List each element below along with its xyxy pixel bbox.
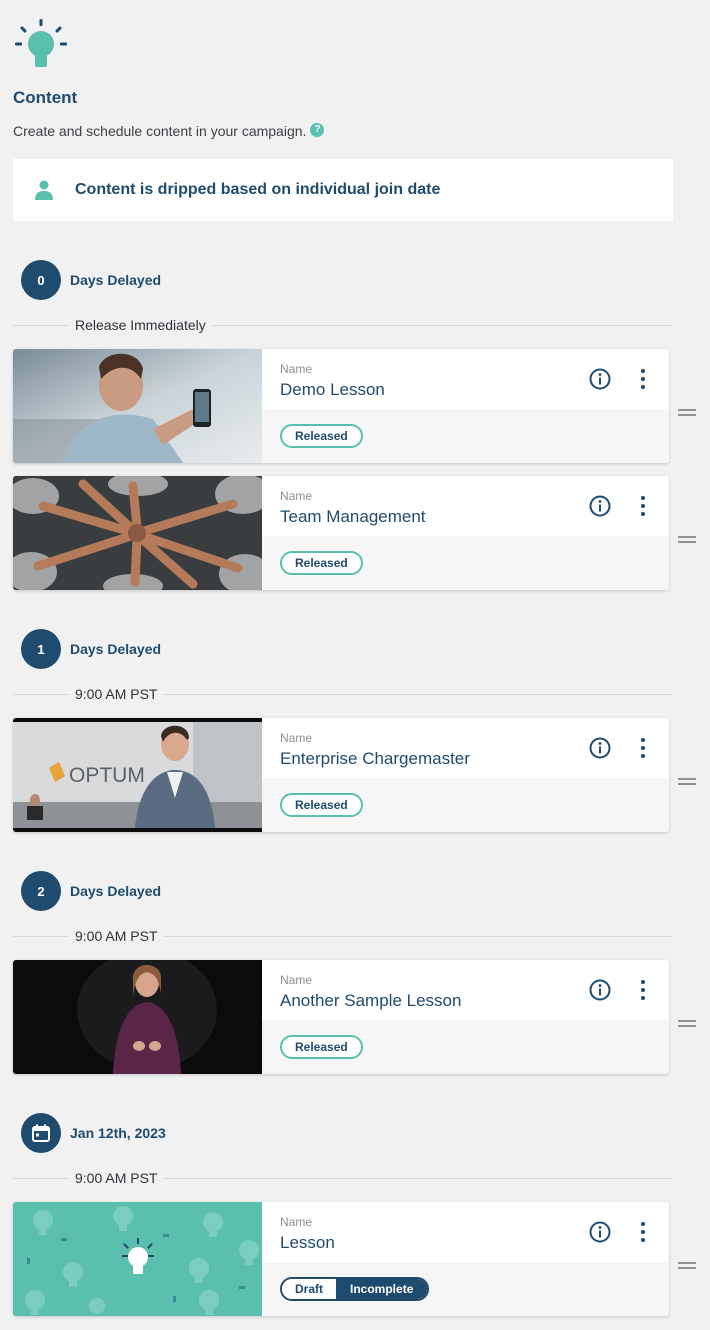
person-icon <box>35 180 53 200</box>
release-time-label: Release Immediately <box>69 315 212 335</box>
lesson-card-demo-lesson[interactable]: Name Demo Lesson Released <box>13 349 669 463</box>
name-label: Name <box>280 362 313 376</box>
info-icon[interactable] <box>589 1221 611 1243</box>
lesson-name[interactable]: Another Sample Lesson <box>280 991 461 1011</box>
release-time-label: 9:00 AM PST <box>69 1168 164 1188</box>
info-icon[interactable] <box>589 979 611 1001</box>
status-badge: Released <box>280 551 363 575</box>
optum-logo-text: OPTUM <box>69 764 145 787</box>
page-subtitle-text: Create and schedule content in your camp… <box>13 123 307 139</box>
lesson-card-enterprise-chargemaster[interactable]: OPTUM Name Enterprise Chargemaster Relea… <box>13 718 669 832</box>
drag-handle-icon[interactable] <box>678 1262 696 1269</box>
release-time-row: Release Immediately <box>13 315 673 335</box>
page-subtitle: Create and schedule content in your camp… <box>13 123 325 139</box>
lesson-name[interactable]: Team Management <box>280 507 426 527</box>
more-options-icon[interactable] <box>637 1222 649 1242</box>
group-label: Days Delayed <box>70 272 162 288</box>
lesson-name[interactable]: Lesson <box>280 1233 335 1253</box>
more-options-icon[interactable] <box>637 369 649 389</box>
lesson-card-another-sample-lesson[interactable]: Name Another Sample Lesson Released <box>13 960 669 1074</box>
group-label: Days Delayed <box>70 641 162 657</box>
group-header-day-0: 0 Days Delayed <box>21 260 161 300</box>
lesson-card-lesson[interactable]: Name Lesson Draft Incomplete <box>13 1202 669 1316</box>
drag-handle-icon[interactable] <box>678 1020 696 1027</box>
release-time-row: 9:00 AM PST <box>13 684 673 704</box>
lesson-card-header: Name Another Sample Lesson <box>262 960 669 1020</box>
status-badge: Released <box>280 424 363 448</box>
name-label: Name <box>280 731 313 745</box>
lesson-thumbnail[interactable] <box>13 960 262 1074</box>
info-icon[interactable] <box>589 495 611 517</box>
lesson-thumbnail[interactable] <box>13 349 262 463</box>
group-label: Days Delayed <box>70 883 162 899</box>
lesson-name[interactable]: Demo Lesson <box>280 380 385 400</box>
lightbulb-icon <box>15 19 67 67</box>
name-label: Name <box>280 973 313 987</box>
lesson-card-header: Name Demo Lesson <box>262 349 669 409</box>
status-badge-split: Draft Incomplete <box>280 1277 430 1301</box>
lesson-name[interactable]: Enterprise Chargemaster <box>280 749 470 769</box>
lesson-card-header: Name Enterprise Chargemaster <box>262 718 669 778</box>
info-icon[interactable] <box>589 368 611 390</box>
status-incomplete: Incomplete <box>336 1279 428 1299</box>
more-options-icon[interactable] <box>637 738 649 758</box>
lesson-card-header: Name Lesson <box>262 1202 669 1262</box>
more-options-icon[interactable] <box>637 980 649 1000</box>
drag-handle-icon[interactable] <box>678 409 696 416</box>
more-options-icon[interactable] <box>637 496 649 516</box>
release-time-row: 9:00 AM PST <box>13 926 673 946</box>
status-badge: Released <box>280 793 363 817</box>
lesson-thumbnail[interactable]: OPTUM <box>13 718 262 832</box>
group-header-day-2: 2 Days Delayed <box>21 871 161 911</box>
help-icon[interactable]: ? <box>310 123 325 137</box>
drag-handle-icon[interactable] <box>678 778 696 785</box>
lesson-thumbnail[interactable] <box>13 476 262 590</box>
page-title: Content <box>13 88 78 107</box>
name-label: Name <box>280 489 313 503</box>
group-label: Jan 12th, 2023 <box>70 1125 166 1141</box>
date-badge <box>21 1113 61 1153</box>
calendar-icon <box>32 1124 50 1142</box>
group-header-date: Jan 12th, 2023 <box>21 1113 166 1153</box>
drip-mode-banner: Content is dripped based on individual j… <box>13 159 673 221</box>
day-badge: 1 <box>21 629 61 669</box>
name-label: Name <box>280 1215 313 1229</box>
release-time-row: 9:00 AM PST <box>13 1168 673 1188</box>
release-time-label: 9:00 AM PST <box>69 926 164 946</box>
info-icon[interactable] <box>589 737 611 759</box>
status-draft: Draft <box>282 1279 337 1299</box>
day-badge: 0 <box>21 260 61 300</box>
drip-mode-text: Content is dripped based on individual j… <box>75 181 441 198</box>
group-header-day-1: 1 Days Delayed <box>21 629 161 669</box>
status-badge: Released <box>280 1035 363 1059</box>
lesson-card-team-management[interactable]: Name Team Management Released <box>13 476 669 590</box>
drag-handle-icon[interactable] <box>678 536 696 543</box>
lesson-thumbnail[interactable] <box>13 1202 262 1316</box>
day-badge: 2 <box>21 871 61 911</box>
lesson-card-header: Name Team Management <box>262 476 669 536</box>
release-time-label: 9:00 AM PST <box>69 684 164 704</box>
